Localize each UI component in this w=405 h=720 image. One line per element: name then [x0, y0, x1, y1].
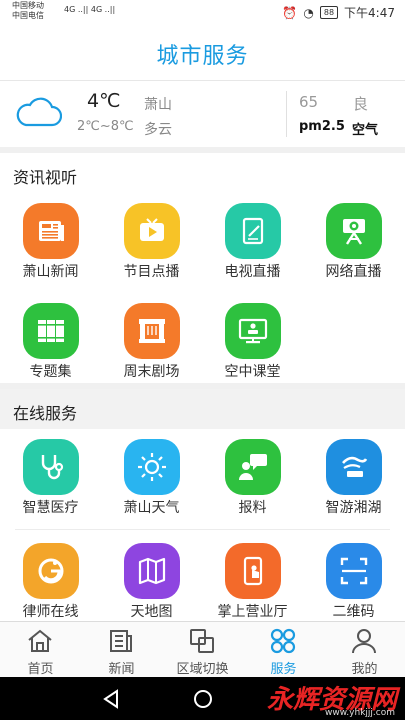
profile-icon — [352, 629, 376, 654]
tv-play-icon — [124, 203, 180, 259]
temperature-range: 2℃~8℃ — [77, 119, 134, 134]
report-chat-icon — [225, 439, 281, 495]
tile-label: 智游湘湖 — [325, 500, 382, 516]
stage-icon — [124, 303, 180, 359]
back-icon[interactable] — [102, 689, 120, 709]
tile-weekend-theater[interactable]: 周末剧场 — [101, 293, 202, 393]
watermark-url: www.yhkjjj.com — [325, 708, 395, 718]
nav-region-switch[interactable]: 区域切换 — [162, 622, 243, 677]
status-right: ⏰ ◔ 88 下午4:47 — [282, 4, 395, 21]
nav-service[interactable]: 服务 — [243, 622, 324, 677]
pm-label: pm2.5 — [299, 119, 345, 134]
alarm-icon: ⏰ — [282, 5, 298, 20]
tile-qr-code[interactable]: 二维码 — [303, 533, 404, 633]
tile-air-classroom[interactable]: 空中课堂 — [202, 293, 303, 393]
sun-icon — [124, 439, 180, 495]
aqi-level: 良 — [353, 95, 369, 113]
row-divider — [15, 529, 390, 530]
lake-logo-icon — [326, 439, 382, 495]
tile-label: 律师在线 — [22, 604, 79, 620]
tile-report[interactable]: 报料 — [202, 429, 303, 529]
status-time: 下午4:47 — [344, 6, 395, 20]
tile-tianditu[interactable]: 天地图 — [101, 533, 202, 633]
service-grid-icon — [270, 628, 296, 654]
tile-smart-medical[interactable]: 智慧医疗 — [0, 429, 101, 529]
section-title-services: 在线服务 — [13, 404, 78, 423]
battery-indicator: 88 — [319, 6, 339, 19]
nav-label: 首页 — [27, 662, 54, 677]
nav-label: 区域切换 — [176, 662, 229, 677]
news-icon — [110, 630, 132, 652]
map-icon — [124, 543, 180, 599]
bottom-nav: 首页 新闻 区域切换 服务 我的 — [0, 621, 405, 677]
aqi-value: 65 — [299, 93, 319, 111]
section-title-media: 资讯视听 — [13, 168, 78, 187]
tile-lawyer-online[interactable]: 律师在线 — [0, 533, 101, 633]
tile-label: 萧山新闻 — [22, 264, 79, 280]
tile-smart-tour-xianghu[interactable]: 智游湘湖 — [303, 429, 404, 529]
lawyer-logo-icon — [23, 543, 79, 599]
newspaper-icon — [23, 203, 79, 259]
tile-program-vod[interactable]: 节目点播 — [101, 193, 202, 293]
carrier-2: 中国电信 — [12, 11, 44, 20]
tile-mobile-business-hall[interactable]: 掌上营业厅 — [202, 533, 303, 633]
tile-label: 网络直播 — [325, 264, 382, 280]
tile-topics[interactable]: 专题集 — [0, 293, 101, 393]
page-title: 城市服务 — [156, 44, 249, 69]
carrier-1: 中国移动 — [12, 1, 44, 10]
tablet-edit-icon — [225, 203, 281, 259]
wifi-icon: ◔ — [303, 5, 314, 20]
tile-label: 报料 — [238, 500, 267, 516]
weather-divider — [286, 91, 287, 137]
tile-label: 空中课堂 — [224, 364, 281, 380]
tile-label: 专题集 — [29, 364, 72, 380]
weather-condition: 多云 — [144, 122, 172, 138]
weather-location: 萧山 — [144, 97, 172, 113]
tile-label: 二维码 — [332, 604, 375, 620]
camera-tripod-icon — [326, 203, 382, 259]
classroom-screen-icon — [225, 303, 281, 359]
tile-xiaoshan-weather[interactable]: 萧山天气 — [101, 429, 202, 529]
region-switch-icon — [190, 629, 214, 653]
section-header-services: 在线服务 — [0, 389, 405, 429]
tile-label: 周末剧场 — [123, 364, 180, 380]
home-icon — [28, 629, 52, 652]
tile-xiaoshan-news[interactable]: 萧山新闻 — [0, 193, 101, 293]
tile-label: 天地图 — [130, 604, 173, 620]
current-temperature: 4℃ — [87, 90, 121, 112]
nav-news[interactable]: 新闻 — [81, 622, 162, 677]
air-label: 空气 — [352, 123, 379, 138]
nav-home[interactable]: 首页 — [0, 622, 81, 677]
nav-label: 新闻 — [108, 662, 135, 677]
media-grid: 萧山新闻 节目点播 电视直播 网络直播 专题集 周末剧场 空中课堂 — [0, 193, 405, 383]
cloud-icon — [16, 97, 62, 127]
nav-label: 服务 — [270, 662, 297, 677]
tile-label: 掌上营业厅 — [217, 604, 288, 620]
nav-mine[interactable]: 我的 — [324, 622, 405, 677]
books-icon — [23, 303, 79, 359]
app-header: 城市服务 — [0, 24, 405, 81]
tile-tv-live[interactable]: 电视直播 — [202, 193, 303, 293]
stethoscope-icon — [23, 439, 79, 495]
signal-indicator: 4G ..|| 4G ..|| — [64, 5, 116, 14]
tile-label: 萧山天气 — [123, 500, 180, 516]
system-nav-bar: 永辉资源网 www.yhkjjj.com — [0, 677, 405, 720]
tile-label: 节目点播 — [123, 264, 180, 280]
carrier-info: 中国移动 中国电信 — [12, 1, 44, 21]
tile-label: 智慧医疗 — [22, 500, 79, 516]
tile-label: 电视直播 — [224, 264, 281, 280]
section-header-media: 资讯视听 — [0, 153, 405, 193]
nav-label: 我的 — [351, 662, 378, 677]
tile-web-live[interactable]: 网络直播 — [303, 193, 404, 293]
services-grid: 智慧医疗 萧山天气 报料 智游湘湖 律师在线 天地图 掌上营业厅 二维码 — [0, 429, 405, 621]
qr-scan-icon — [326, 543, 382, 599]
weather-panel[interactable]: 4℃ 2℃~8℃ 萧山 多云 65 良 pm2.5 空气 — [0, 81, 405, 147]
phone-touch-icon — [225, 543, 281, 599]
status-bar: 中国移动 中国电信 4G ..|| 4G ..|| ⏰ ◔ 88 下午4:47 — [0, 0, 405, 24]
home-circle-icon[interactable] — [193, 689, 213, 709]
